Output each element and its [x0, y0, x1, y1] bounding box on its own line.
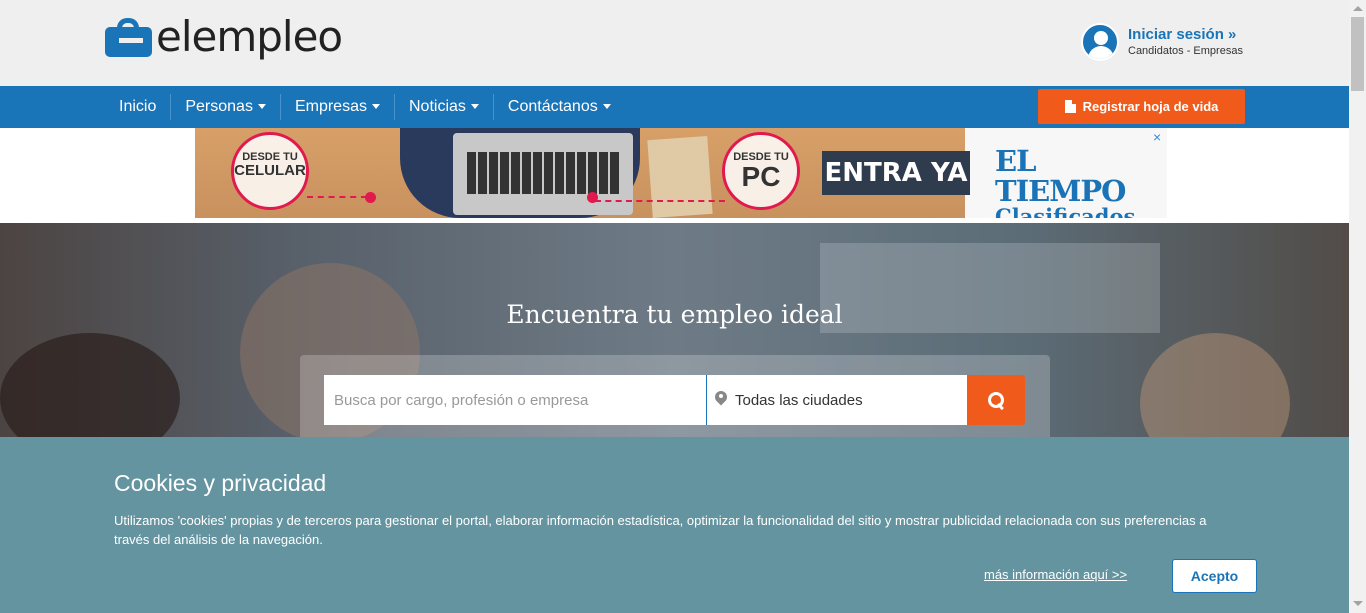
elempleo-logo[interactable]: elempleo: [105, 12, 343, 61]
cookie-title: Cookies y privacidad: [114, 470, 327, 496]
user-avatar-icon[interactable]: [1081, 23, 1119, 61]
map-pin-icon: [715, 391, 727, 409]
nav-item-contactanos[interactable]: Contáctanos: [492, 94, 625, 120]
login-area[interactable]: Iniciar sesión » Candidatos - Empresas: [1081, 23, 1243, 61]
document-icon: [1064, 100, 1076, 113]
cookie-banner: Cookies y privacidad Utilizamos 'cookies…: [0, 437, 1349, 613]
hero-title: Encuentra tu empleo ideal: [506, 300, 843, 329]
caret-down-icon: [257, 104, 266, 110]
nav-item-personas[interactable]: Personas: [170, 94, 280, 120]
scroll-up-icon[interactable]: [1353, 6, 1363, 11]
register-cv-button[interactable]: Registrar hoja de vida: [1038, 89, 1245, 124]
page-scrollbar[interactable]: [1349, 0, 1366, 613]
cookie-more-info-link[interactable]: más información aquí >>: [984, 567, 1127, 582]
nav-item-noticias[interactable]: Noticias: [393, 94, 493, 120]
search-icon: [987, 391, 1005, 409]
briefcase-logo-icon: [105, 17, 152, 57]
login-link[interactable]: Iniciar sesión »: [1128, 26, 1243, 44]
nav-item-empresas[interactable]: Empresas: [279, 94, 394, 120]
ad-circle-celular: DESDE TU CELULAR: [231, 132, 309, 210]
eltiempo-clasificados-logo: EL TIEMPO Clasificados: [995, 144, 1136, 218]
city-select[interactable]: Todas las ciudades: [706, 375, 967, 425]
caret-down-icon: [602, 104, 611, 110]
ad-cta-entra-ya[interactable]: ENTRA YA: [822, 151, 970, 195]
search-button[interactable]: [967, 375, 1025, 425]
site-header: elempleo Iniciar sesión » Candidatos - E…: [0, 0, 1349, 86]
caret-down-icon: [371, 104, 380, 110]
accept-cookies-button[interactable]: Acepto: [1172, 559, 1257, 593]
cookie-text: Utilizamos 'cookies' propias y de tercer…: [114, 513, 1207, 547]
login-subtitle: Candidatos - Empresas: [1128, 45, 1243, 57]
city-select-value: Todas las ciudades: [735, 391, 863, 409]
scroll-down-icon[interactable]: [1353, 601, 1363, 606]
job-search-input[interactable]: Busca por cargo, profesión o empresa: [324, 375, 706, 425]
caret-down-icon: [470, 104, 479, 110]
scroll-thumb[interactable]: [1351, 17, 1364, 91]
logo-text: elempleo: [156, 12, 343, 61]
nav-item-inicio[interactable]: Inicio: [105, 94, 170, 120]
ad-circle-pc: DESDE TU PC: [722, 132, 800, 210]
register-cv-label: Registrar hoja de vida: [1082, 99, 1219, 114]
ad-close-icon[interactable]: ×: [1153, 129, 1161, 145]
job-search-placeholder: Busca por cargo, profesión o empresa: [334, 391, 589, 409]
ad-banner[interactable]: DESDE TU CELULAR DESDE TU PC ENTRA YA EL…: [195, 128, 1167, 218]
